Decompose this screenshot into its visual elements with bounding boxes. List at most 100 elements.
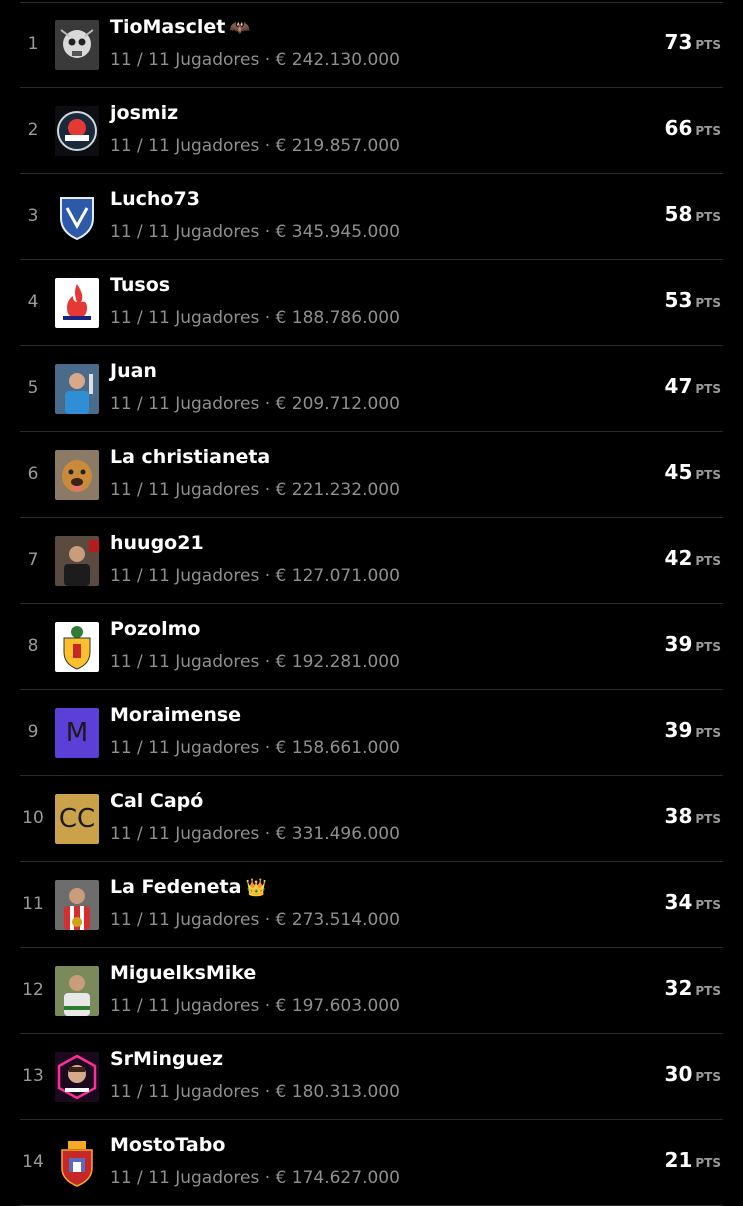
points: 30 PTS <box>665 1062 721 1086</box>
user-photo <box>55 364 99 414</box>
points-value: 39 <box>664 718 693 742</box>
points-unit: PTS <box>695 898 721 912</box>
points-value: 53 <box>664 288 693 312</box>
points: 53 PTS <box>665 288 721 312</box>
row-meta: 11 / 11 Jugadores · € 219.857.000 <box>110 136 400 156</box>
team-value: € 273.514.000 <box>275 910 400 930</box>
players-count: 11 / 11 Jugadores <box>110 738 260 758</box>
players-count: 11 / 11 Jugadores <box>110 222 260 242</box>
row-meta: 11 / 11 Jugadores · € 180.313.000 <box>110 1082 400 1102</box>
points-unit: PTS <box>695 984 721 998</box>
points: 58 PTS <box>665 202 721 226</box>
team-value: € 188.786.000 <box>275 308 400 328</box>
standings-row[interactable]: 7 huugo21 11 / 11 Jugadores · € 127.071.… <box>20 518 723 604</box>
players-count: 11 / 11 Jugadores <box>110 1168 260 1188</box>
row-meta: 11 / 11 Jugadores · € 192.281.000 <box>110 652 400 672</box>
points-value: 34 <box>664 890 693 914</box>
standings-row[interactable]: 13 SrMinguez 11 / 11 Jugadores · € 180.3… <box>20 1034 723 1120</box>
points-unit: PTS <box>695 382 721 396</box>
manager-name: Juan <box>110 360 157 382</box>
user-photo <box>55 536 99 586</box>
points-unit: PTS <box>695 124 721 138</box>
rank-number: 14 <box>22 1152 44 1172</box>
avatar-initials: CC <box>58 804 96 834</box>
standings-row[interactable]: 10 CC Cal Capó 11 / 11 Jugadores · € 331… <box>20 776 723 862</box>
standings-row[interactable]: 5 Juan 11 / 11 Jugadores · € 209.712.000… <box>20 346 723 432</box>
crown-icon: 👑 <box>245 878 267 898</box>
team-value: € 209.712.000 <box>275 394 400 414</box>
points-value: 58 <box>664 202 693 226</box>
manager-name: Lucho73 <box>110 188 200 210</box>
rank-number: 13 <box>22 1066 44 1086</box>
points-value: 39 <box>664 632 693 656</box>
rank-number: 3 <box>27 206 39 226</box>
manager-name: Pozolmo <box>110 618 201 640</box>
standings-row[interactable]: 1 TioMasclet 🦇 11 / 11 Jugadores · € 242.… <box>20 2 723 88</box>
manager-name: TioMasclet 🦇 <box>110 16 251 38</box>
players-count: 11 / 11 Jugadores <box>110 1082 260 1102</box>
team-value: € 192.281.000 <box>275 652 400 672</box>
points-unit: PTS <box>695 296 721 310</box>
points: 45 PTS <box>665 460 721 484</box>
rank-number: 2 <box>27 120 39 140</box>
points: 32 PTS <box>665 976 721 1000</box>
points: 38 PTS <box>665 804 721 828</box>
row-meta: 11 / 11 Jugadores · € 197.603.000 <box>110 996 400 1016</box>
points-unit: PTS <box>695 812 721 826</box>
team-value: € 197.603.000 <box>275 996 400 1016</box>
row-meta: 11 / 11 Jugadores · € 174.627.000 <box>110 1168 400 1188</box>
standings-row[interactable]: 14 MostoTabo 11 / 11 Jugadores · € 174.6… <box>20 1120 723 1206</box>
standings-row[interactable]: 9 M Moraimense 11 / 11 Jugadores · € 158… <box>20 690 723 776</box>
rank-number: 11 <box>22 894 44 914</box>
players-count: 11 / 11 Jugadores <box>110 566 260 586</box>
row-meta: 11 / 11 Jugadores · € 188.786.000 <box>110 308 400 328</box>
manager-name: Tusos <box>110 274 171 296</box>
manager-name: huugo21 <box>110 532 204 554</box>
points-value: 42 <box>664 546 693 570</box>
standings-row[interactable]: 4 Tusos 11 / 11 Jugadores · € 188.786.00… <box>20 260 723 346</box>
standings-row[interactable]: 2 josmiz 11 / 11 Jugadores · € 219.857.0… <box>20 88 723 174</box>
user-photo <box>55 880 99 930</box>
row-meta: 11 / 11 Jugadores · € 242.130.000 <box>110 50 400 70</box>
row-meta: 11 / 11 Jugadores · € 127.071.000 <box>110 566 400 586</box>
blue-shield-crest-icon <box>55 192 99 242</box>
team-value: € 219.857.000 <box>275 136 400 156</box>
standings-row[interactable]: 8 Pozolmo 11 / 11 Jugadores · € 192.281.… <box>20 604 723 690</box>
team-value: € 242.130.000 <box>275 50 400 70</box>
manager-name: SrMinguez <box>110 1048 224 1070</box>
points: 39 PTS <box>665 718 721 742</box>
points-value: 47 <box>664 374 693 398</box>
rank-number: 1 <box>27 34 39 54</box>
row-meta: 11 / 11 Jugadores · € 273.514.000 <box>110 910 400 930</box>
team-value: € 345.945.000 <box>275 222 400 242</box>
players-count: 11 / 11 Jugadores <box>110 308 260 328</box>
points-unit: PTS <box>695 1156 721 1170</box>
points-value: 32 <box>664 976 693 1000</box>
points-unit: PTS <box>695 640 721 654</box>
bat-icon: 🦇 <box>229 18 251 38</box>
points-unit: PTS <box>695 38 721 52</box>
manager-name: La christianeta <box>110 446 271 468</box>
team-value: € 180.313.000 <box>275 1082 400 1102</box>
team-value: € 174.627.000 <box>275 1168 400 1188</box>
points-unit: PTS <box>695 726 721 740</box>
standings-row[interactable]: 6 La christianeta 11 / 11 Jugadores · € … <box>20 432 723 518</box>
rank-number: 4 <box>27 292 39 312</box>
points-unit: PTS <box>695 554 721 568</box>
skull-logo-icon <box>55 20 99 70</box>
team-crest-icon <box>55 106 99 156</box>
dog-photo <box>55 450 99 500</box>
players-count: 11 / 11 Jugadores <box>110 480 260 500</box>
points-unit: PTS <box>695 210 721 224</box>
town-crest-icon <box>55 1138 99 1188</box>
row-meta: 11 / 11 Jugadores · € 331.496.000 <box>110 824 400 844</box>
players-count: 11 / 11 Jugadores <box>110 652 260 672</box>
standings-row[interactable]: 11 La Fedeneta 👑 11 / 11 Jugadores · € 27… <box>20 862 723 948</box>
manager-name: La Fedeneta 👑 <box>110 876 267 898</box>
standings-row[interactable]: 3 Lucho73 11 / 11 Jugadores · € 345.945.… <box>20 174 723 260</box>
points-value: 30 <box>664 1062 693 1086</box>
rank-number: 9 <box>27 722 39 742</box>
standings-row[interactable]: 12 MiguelksMike 11 / 11 Jugadores · € 19… <box>20 948 723 1034</box>
points: 66 PTS <box>665 116 721 140</box>
user-photo <box>55 966 99 1016</box>
